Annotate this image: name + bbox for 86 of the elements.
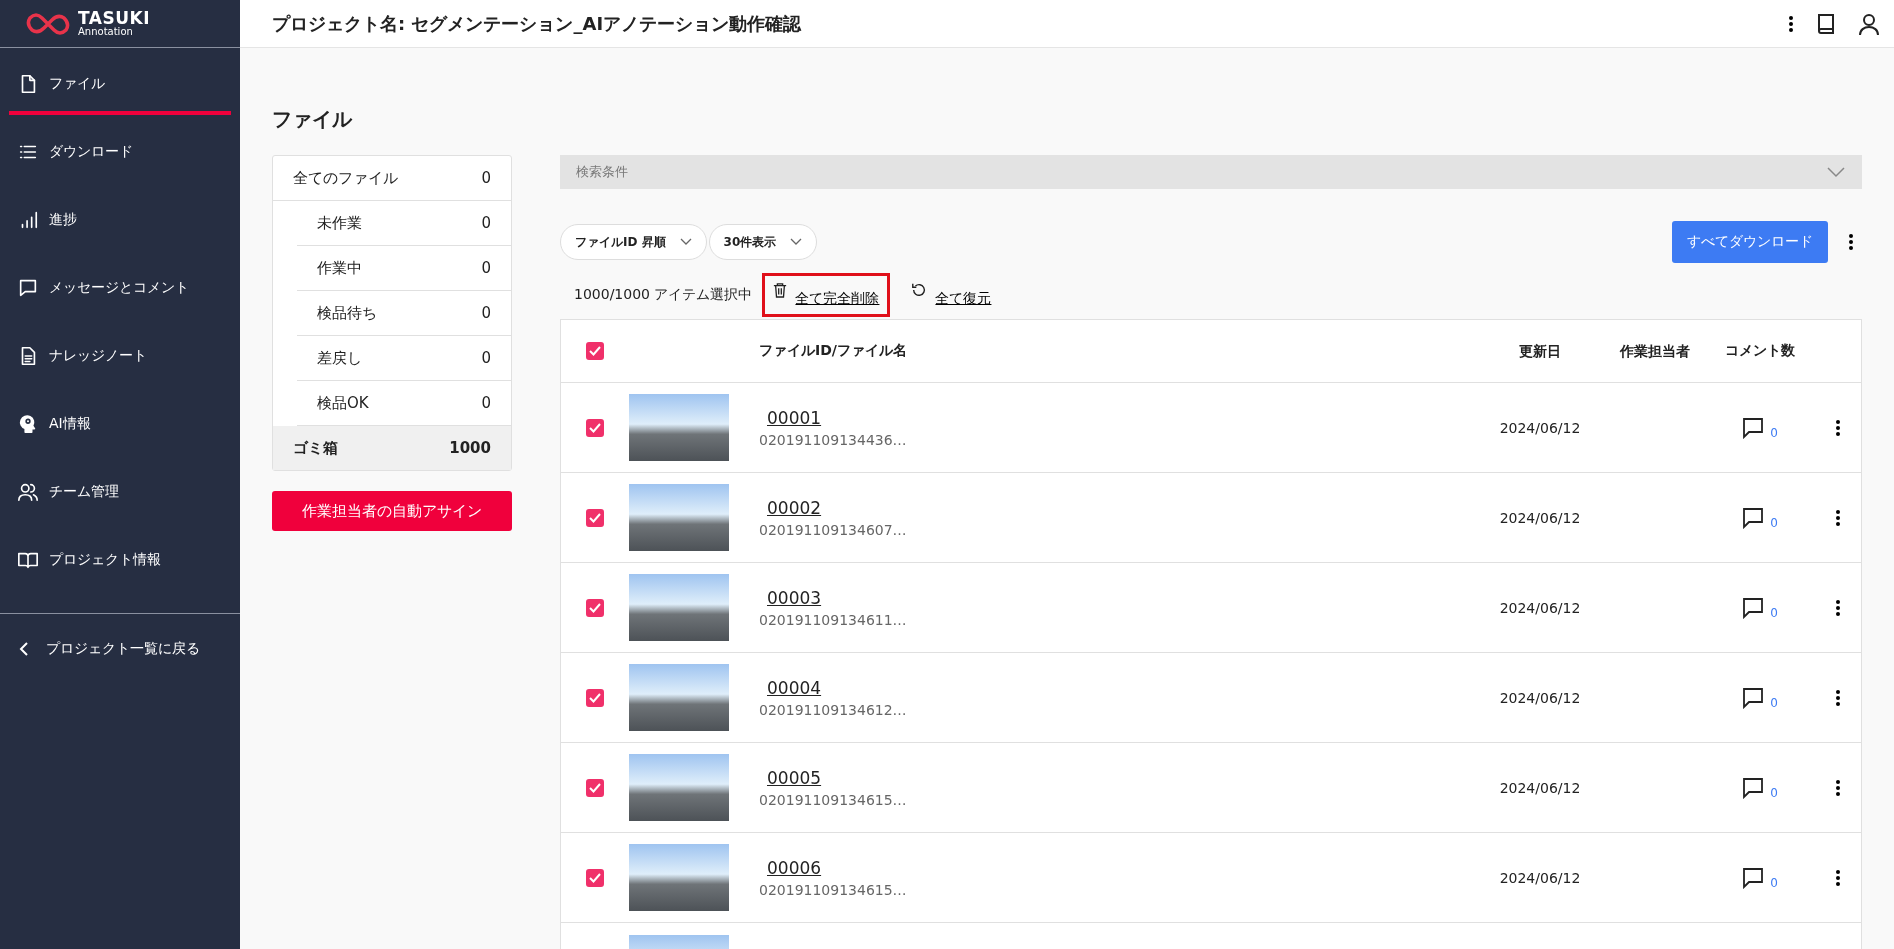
comment-icon[interactable] [1742,416,1765,439]
more-vertical-icon[interactable] [1835,867,1841,888]
comment-count: 0 [1770,875,1778,890]
column-header: コメント数 [1725,342,1795,360]
row-checkbox[interactable] [586,598,604,617]
filter-item[interactable]: 未作業 0 [297,201,511,246]
comment-icon[interactable] [1742,596,1765,619]
comment-count: 0 [1770,605,1778,620]
file-name: 020191109134607… [759,521,908,538]
more-vertical-icon[interactable] [1835,507,1841,528]
file-name: 020191109134615… [759,791,908,808]
row-checkbox[interactable] [586,778,604,797]
more-vertical-icon[interactable] [1835,687,1841,708]
comment-icon[interactable] [1742,776,1765,799]
sidebar-item[interactable]: ダウンロード [9,125,231,183]
search-conditions-bar[interactable]: 検索条件 [560,155,1862,189]
updated-date: 2024/06/12 [1499,510,1581,526]
sidebar-item[interactable]: メッセージとコメント [9,261,231,319]
updated-date: 2024/06/12 [1499,870,1581,886]
file-name: 020191109134436… [759,431,908,448]
back-link[interactable]: プロジェクト一覧に戻る [0,613,240,658]
sidebar-item[interactable]: ファイル [9,57,231,115]
file-id-link[interactable]: 00006 [759,857,822,878]
file-name: 020191109134615… [759,881,908,898]
file-id-link[interactable]: 00002 [759,497,822,518]
file-id-link[interactable]: 00005 [759,767,822,788]
chevron-down-icon [790,238,803,246]
more-vertical-icon[interactable] [1835,417,1841,438]
sidebar-item[interactable]: チーム管理 [9,465,231,523]
comment-icon[interactable] [1742,506,1765,529]
column-header: 作業担当者 [1620,343,1690,359]
updated-date: 2024/06/12 [1499,690,1581,706]
sidebar-item[interactable]: AI情報 [9,397,231,455]
project-title: プロジェクト名: セグメンテーション_AIアノテーション動作確認 [272,11,802,36]
more-vertical-icon[interactable] [1835,597,1841,618]
people-icon [17,481,39,503]
sidebar-item[interactable]: 進捗 [9,193,231,251]
filter-item[interactable]: 作業中 0 [297,246,511,291]
book-icon[interactable] [1816,11,1836,36]
user-icon[interactable] [1858,11,1880,36]
row-checkbox[interactable] [586,868,604,887]
updated-date: 2024/06/12 [1499,600,1581,616]
row-checkbox[interactable] [586,418,604,437]
more-vertical-icon[interactable] [1848,232,1854,252]
comment-count: 0 [1770,515,1778,530]
filter-item[interactable]: ゴミ箱 1000 [273,426,511,470]
chevron-left-icon [18,641,30,657]
filter-item[interactable]: 全てのファイル 0 [273,156,511,201]
undo-icon [911,282,928,298]
comment-icon[interactable] [1742,866,1765,889]
logo-name: TASUKI [78,10,150,27]
select-all-checkbox[interactable] [586,342,604,360]
file-name: 020191109134611… [759,611,908,628]
comment-icon[interactable] [1742,686,1765,709]
sidebar-item[interactable]: ナレッジノート [9,329,231,387]
updated-date: 2024/06/12 [1499,420,1581,436]
bulk-action-link[interactable]: 全て完全削除 [762,273,891,317]
column-header: 更新日 [1519,343,1561,359]
more-vertical-icon[interactable] [1788,13,1794,34]
chat-icon [17,277,39,299]
logo-subtitle: Annotation [78,27,134,37]
row-checkbox[interactable] [586,688,604,707]
download-all-button[interactable]: すべてダウンロード [1672,221,1828,263]
file-id-link[interactable]: 00001 [759,407,822,428]
bulk-action-link[interactable]: 全て復元 [900,273,1003,317]
trash-icon [773,282,788,298]
auto-assign-button[interactable]: 作業担当者の自動アサイン [272,491,512,531]
chevron-icon [1826,166,1846,178]
sidebar-item[interactable]: プロジェクト情報 [9,533,231,591]
comment-count: 0 [1770,695,1778,710]
page-size-dropdown[interactable]: 30件表示 [708,224,818,260]
filter-item[interactable]: 検品待ち 0 [297,291,511,336]
comment-count: 0 [1770,785,1778,800]
file-name: 020191109134612… [759,701,908,718]
file-id-link[interactable]: 00003 [759,587,822,608]
selection-summary: 1000/1000 アイテム選択中 [574,286,753,304]
filter-item[interactable]: 差戻し 0 [297,336,511,381]
more-vertical-icon[interactable] [1835,777,1841,798]
column-header: ファイルID/ファイル名 [759,342,908,360]
updated-date: 2024/06/12 [1499,780,1581,796]
sort-dropdown[interactable]: ファイルID 昇順 [560,224,707,260]
chevron-down-icon [679,238,692,246]
file-id-link[interactable]: 00004 [759,677,822,698]
page-title: ファイル [272,106,354,133]
comment-count: 0 [1770,425,1778,440]
row-checkbox[interactable] [586,508,604,527]
